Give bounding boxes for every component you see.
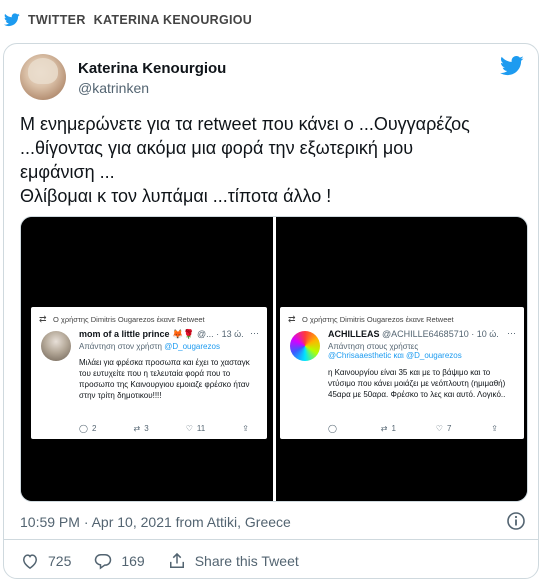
author-handle[interactable]: @katrinken (78, 80, 149, 96)
embedded-like-count: 11 (196, 424, 206, 433)
tweet-timestamp[interactable]: 10:59 PM · Apr 10, 2021 from Attiki, Gre… (20, 514, 291, 530)
embedded-name: ACHILLEAS @ACHILLE64685710 · 10 ώ. (328, 329, 499, 339)
retweet-icon: ⇄ (133, 424, 141, 433)
tweet-card: Katerina Kenourgiou @katrinken Μ ενημερώ… (3, 43, 539, 579)
embedded-name-text: ACHILLEAS (328, 329, 380, 339)
heart-icon: ♡ (435, 424, 443, 433)
heart-icon: ♡ (185, 424, 193, 433)
embedded-reply-to: Απάντηση στον χρήστη @D_ougarezos (79, 342, 220, 351)
embedded-reply-count: 2 (91, 424, 97, 433)
retweet-icon: ⇄ (380, 424, 388, 433)
retweet-icon: ⇄ (39, 314, 47, 324)
twitter-bird-icon (4, 13, 20, 27)
share-icon: ⇪ (242, 424, 249, 433)
avatar[interactable] (20, 54, 66, 100)
embedded-retweet-count: 1 (391, 424, 396, 433)
more-icon: ⋯ (507, 328, 516, 338)
share-icon: ⇪ (491, 424, 498, 433)
share-button[interactable]: Share this Tweet (167, 551, 299, 571)
embedded-reply: ◯ (328, 424, 341, 433)
like-button[interactable]: 725 (20, 551, 71, 571)
embedded-meta: @ACHILLE64685710 · 10 ώ. (382, 329, 499, 339)
embedded-name-emoji: 🦊🌹 (172, 329, 195, 339)
tweet-text-line: Θλίβομαι κ τον λυπάμαι ...τίποτα άλλο ! (20, 186, 332, 206)
reply-mentions: @D_ougarezos (164, 342, 220, 351)
embedded-name-text: mom of a little prince (79, 329, 170, 339)
tweet-actions: 725 169 Share this Tweet (20, 547, 321, 575)
heart-icon (22, 554, 38, 569)
info-icon[interactable] (506, 511, 526, 531)
reply-prefix: Απάντηση στους χρήστες (328, 342, 419, 351)
tweet-media[interactable]: ⇄ Ο χρήστης Dimitris Ougarezos έκανε Ret… (20, 216, 528, 502)
reply-button[interactable]: 169 (93, 551, 145, 571)
media-image-right[interactable]: ⇄ Ο χρήστης Dimitris Ougarezos έκανε Ret… (276, 217, 527, 501)
reply-prefix: Απάντηση στον χρήστη (79, 342, 162, 351)
avatar (41, 331, 71, 361)
embedded-actions: ◯ ⇄ 1 ♡ 7 ⇪ (328, 424, 498, 433)
retweet-line: Ο χρήστης Dimitris Ougarezos έκανε Retwe… (53, 315, 205, 324)
embedded-reply-to: Απάντηση στους χρήστες @Chrisaaesthetic … (328, 342, 462, 360)
avatar (290, 331, 320, 361)
embedded-retweet-count: 3 (144, 424, 149, 433)
embedded-body: η Καινουργίου είναι 35 και με το βάψιμο … (328, 368, 506, 399)
twitter-logo-icon[interactable] (500, 56, 524, 76)
reply-icon: ◯ (79, 424, 88, 433)
embedded-actions: ◯ 2 ⇄ 3 ♡ 11 ⇪ (79, 424, 249, 433)
embedded-screenshot: ⇄ Ο χρήστης Dimitris Ougarezos έκανε Ret… (31, 307, 267, 439)
share-label: Share this Tweet (194, 553, 299, 569)
embedded-retweet: ⇄ 3 (133, 424, 148, 433)
reply-count: 169 (121, 553, 145, 569)
embedded-reply: ◯ 2 (79, 424, 96, 433)
media-image-left[interactable]: ⇄ Ο χρήστης Dimitris Ougarezos έκανε Ret… (21, 217, 273, 501)
reply-icon (95, 554, 112, 570)
more-icon: ⋯ (250, 328, 259, 338)
embedded-name: mom of a little prince 🦊🌹 @... · 13 ώ. (79, 329, 244, 340)
like-count: 725 (48, 553, 72, 569)
reply-mentions: @Chrisaaesthetic και @D_ougarezos (328, 351, 462, 360)
tweet-text: Μ ενημερώνετε για τα retweet που κάνει ο… (20, 112, 524, 208)
embedded-retweet: ⇄ 1 (381, 424, 396, 433)
author-name[interactable]: Katerina Kenourgiou (78, 60, 226, 77)
source-bar: TWITTER KATERINA KENOURGIOU (4, 10, 252, 30)
share-icon (169, 552, 184, 568)
embedded-meta: @... · 13 ώ. (196, 329, 244, 339)
embedded-like: ♡ 11 (186, 424, 205, 433)
retweet-icon: ⇄ (288, 314, 296, 324)
reply-icon: ◯ (328, 424, 337, 433)
divider (4, 539, 538, 540)
embedded-like-count: 7 (446, 424, 452, 433)
source-platform: TWITTER (28, 13, 86, 27)
source-author: KATERINA KENOURGIOU (93, 13, 253, 27)
tweet-text-line: εμφάνιση ... (20, 162, 115, 182)
tweet-text-line: ...θίγοντας για ακόμα μια φορά την εξωτε… (20, 138, 414, 158)
retweet-line: Ο χρήστης Dimitris Ougarezos έκανε Retwe… (302, 315, 454, 324)
embedded-screenshot: ⇄ Ο χρήστης Dimitris Ougarezos έκανε Ret… (280, 307, 524, 439)
tweet-text-line: Μ ενημερώνετε για τα retweet που κάνει ο… (20, 114, 470, 134)
embedded-like: ♡ 7 (436, 424, 452, 433)
embedded-body: Μιλάει για φρέσκα προσωπα και έχει το χα… (79, 358, 250, 400)
